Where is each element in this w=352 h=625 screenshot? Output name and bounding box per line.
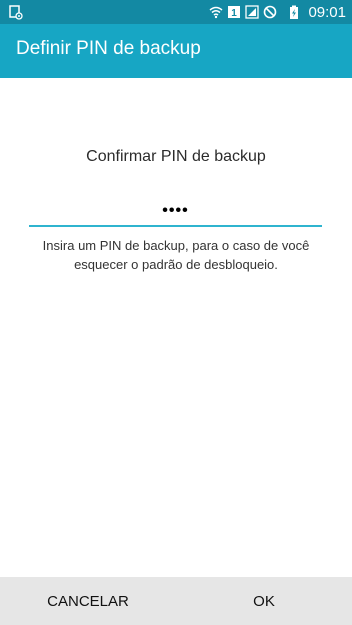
prompt-title: Confirmar PIN de backup (86, 148, 266, 165)
sim-icon: 1 (227, 5, 241, 19)
status-icons: 1 09:01 (209, 3, 346, 21)
cancel-button[interactable]: CANCELAR (0, 577, 176, 625)
status-bar: 1 09:01 (0, 0, 352, 24)
wifi-icon (209, 5, 223, 19)
svg-text:1: 1 (232, 8, 238, 19)
status-time: 09:01 (308, 3, 346, 21)
app-bar: Definir PIN de backup (0, 24, 352, 78)
bottom-action-bar: CANCELAR OK (0, 577, 352, 625)
hint-text: Insira um PIN de backup, para o caso de … (42, 238, 310, 272)
page-title: Definir PIN de backup (16, 38, 201, 59)
screenshot-icon (8, 4, 24, 20)
battery-charging-icon (287, 5, 301, 19)
ok-button[interactable]: OK (176, 577, 352, 625)
pin-input[interactable] (29, 197, 322, 227)
no-disturb-icon (263, 5, 277, 19)
signal-icon (245, 5, 260, 19)
